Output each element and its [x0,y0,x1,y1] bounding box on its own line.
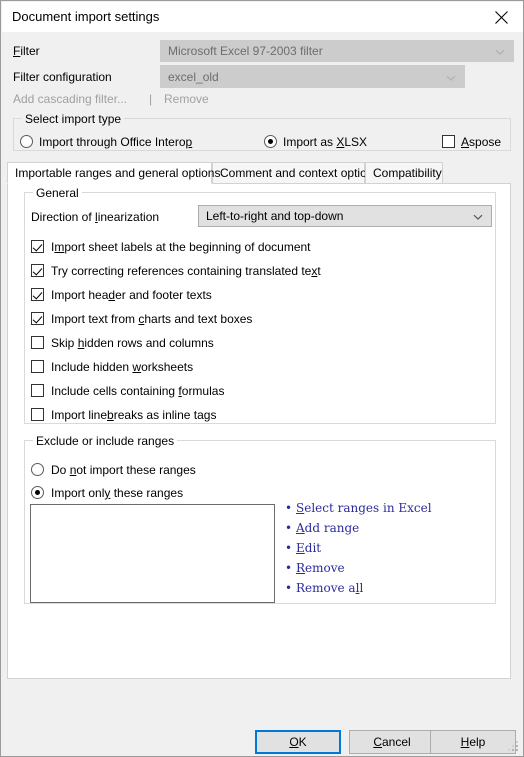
checkbox-aspose-label: Aspose [461,135,502,149]
radio-import-through-office-interop-label: Import through Office Interop [39,135,193,149]
general-group-title: General [33,186,82,200]
direction-of-linearization-label: Direction of linearization [31,210,160,224]
link-add-range[interactable]: • Add range [285,521,432,541]
close-icon[interactable] [479,2,523,32]
link-edit[interactable]: • Edit [285,541,432,561]
tab-importable-ranges-and-general-options[interactable]: Importable ranges and general options [7,162,220,184]
checkbox-skip-hidden-rows-columns-label: Skip hidden rows and columns [51,336,214,350]
checkbox-import-sheet-labels[interactable] [31,240,44,253]
bullet-icon: • [285,581,293,595]
filter-actions-separator: | [149,92,153,106]
ranges-listbox[interactable] [30,504,275,603]
help-button[interactable]: Help [430,730,516,754]
tab-compatibility[interactable]: Compatibility [365,162,443,184]
chevron-down-icon [473,211,483,221]
radio-import-as-xlsx[interactable] [264,135,277,148]
cancel-button-label: Cancel [373,735,411,749]
radio-do-not-import-these-ranges-label: Do not import these ranges [51,463,196,477]
link-select-ranges-in-excel[interactable]: • Select ranges in Excel [285,501,432,521]
help-button-label: Help [460,735,486,749]
select-import-type-title: Select import type [22,112,125,126]
ok-button-label: OK [289,735,307,749]
checkbox-try-correcting-references-label: Try correcting references containing tra… [51,264,321,278]
radio-import-through-office-interop[interactable] [20,135,33,148]
filter-configuration-value: excel_old [168,69,219,84]
radio-import-only-these-ranges-label: Import only these ranges [51,486,184,500]
tab-label: Importable ranges and general options [15,166,221,180]
link-remove-all[interactable]: • Remove all [285,581,432,601]
exclude-or-include-ranges-title: Exclude or include ranges [33,434,178,448]
document-import-settings-dialog: Document import settings Filter Microsof… [0,0,524,757]
filter-configuration-dropdown[interactable]: excel_old [160,65,465,88]
bullet-icon: • [285,521,293,535]
link-remove[interactable]: • Remove [285,561,432,581]
chevron-down-icon [495,46,505,56]
checkbox-import-text-from-charts-label: Import text from charts and text boxes [51,312,253,326]
radio-import-as-xlsx-label: Import as XLSX [283,135,368,149]
direction-of-linearization-value: Left-to-right and top-down [206,209,344,223]
tab-label: Compatibility [373,166,442,180]
tab-comment-and-context-options[interactable]: Comment and context options [212,162,379,184]
checkbox-try-correcting-references[interactable] [31,264,44,277]
checkbox-skip-hidden-rows-columns[interactable] [31,336,44,349]
remove-cascading-filter-link: Remove [164,92,209,106]
window-title: Document import settings [12,9,160,24]
cancel-button[interactable]: Cancel [349,730,435,754]
radio-import-only-these-ranges[interactable] [31,486,44,499]
filter-dropdown[interactable]: Microsoft Excel 97-2003 filter [160,40,514,62]
checkbox-include-hidden-worksheets-label: Include hidden worksheets [51,360,194,374]
bullet-icon: • [285,541,293,555]
tab-strip: Importable ranges and general options Co… [7,162,511,184]
direction-of-linearization-dropdown[interactable]: Left-to-right and top-down [198,205,492,227]
filter-configuration-label: Filter configuration [13,70,112,84]
checkbox-import-header-footer-texts[interactable] [31,288,44,301]
ranges-action-links: • Select ranges in Excel • Add range • Edit… [285,501,432,601]
ok-button[interactable]: OK [255,730,341,754]
bullet-icon: • [285,561,293,575]
add-cascading-filter-link: Add cascading filter... [13,92,128,106]
checkbox-import-linebreaks-as-inline-tags[interactable] [31,408,44,421]
filter-label: Filter [13,44,40,58]
checkbox-import-sheet-labels-label: Import sheet labels at the beginning of … [51,240,311,254]
resize-grip-icon[interactable] [508,741,520,753]
checkbox-import-header-footer-texts-label: Import header and footer texts [51,288,212,302]
checkbox-include-cells-containing-formulas-label: Include cells containing formulas [51,384,225,398]
checkbox-include-cells-containing-formulas[interactable] [31,384,44,397]
checkbox-aspose[interactable] [442,135,455,148]
radio-do-not-import-these-ranges[interactable] [31,463,44,476]
bullet-icon: • [285,501,293,515]
filter-dropdown-value: Microsoft Excel 97-2003 filter [168,44,323,58]
checkbox-import-linebreaks-as-inline-tags-label: Import linebreaks as inline tags [51,408,217,422]
tab-label: Comment and context options [220,166,380,180]
tab-panel: General Direction of linearization Left-… [7,183,511,679]
title-bar: Document import settings [2,2,523,32]
checkbox-include-hidden-worksheets[interactable] [31,360,44,373]
checkbox-import-text-from-charts[interactable] [31,312,44,325]
chevron-down-icon [446,72,456,82]
